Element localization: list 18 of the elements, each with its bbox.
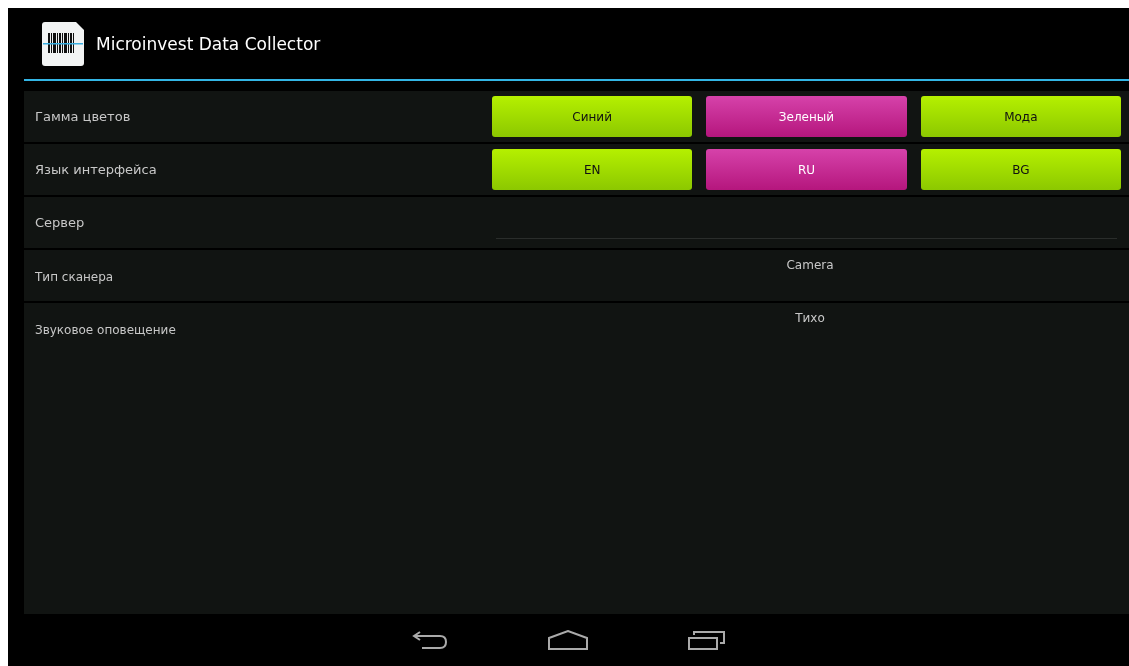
option-button[interactable]: EN <box>492 149 693 190</box>
setting-label: Звуковое оповещение <box>34 322 177 339</box>
setting-label: Язык интерфейса <box>34 161 158 179</box>
option-button[interactable]: Мода <box>920 96 1121 137</box>
setting-label: Гамма цветов <box>34 108 132 126</box>
recent-apps-icon[interactable] <box>687 630 726 650</box>
option-button[interactable]: RU <box>706 149 907 190</box>
back-icon[interactable] <box>411 630 448 650</box>
setting-label: Тип сканера <box>34 269 115 286</box>
setting-label: Сервер <box>34 214 86 232</box>
option-button[interactable]: Синий <box>492 96 693 137</box>
setting-value[interactable]: Тихо <box>795 311 825 325</box>
app-title: Microinvest Data Collector <box>96 33 321 54</box>
setting-value[interactable]: Camera <box>786 258 834 272</box>
home-icon[interactable] <box>547 630 588 650</box>
option-button[interactable]: Зеленый <box>706 96 907 137</box>
app-icon <box>40 20 86 67</box>
option-button[interactable]: BG <box>920 149 1121 190</box>
